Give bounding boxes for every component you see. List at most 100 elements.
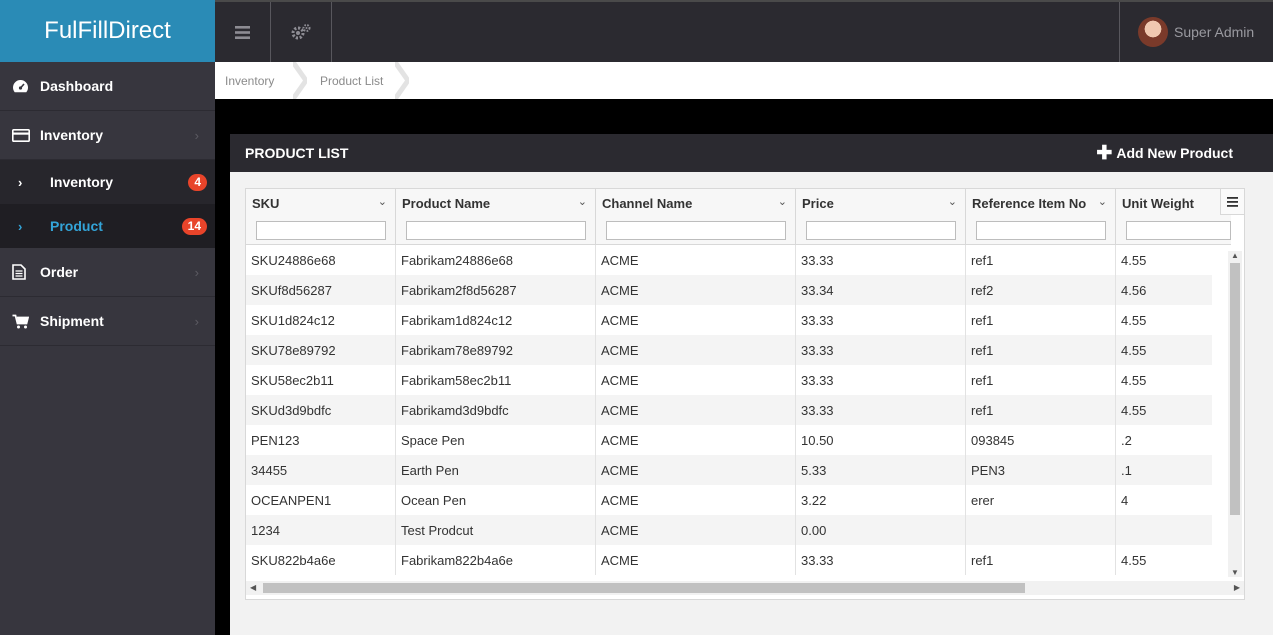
product-list-panel: PRODUCT LIST ✚ Add New Product SKU ⌄ Pro… bbox=[230, 134, 1273, 635]
cell-sku: 1234 bbox=[246, 515, 396, 545]
settings-button[interactable] bbox=[271, 2, 332, 62]
breadcrumb-item-product-list[interactable]: Product List bbox=[320, 62, 383, 99]
horizontal-scroll-thumb[interactable] bbox=[263, 583, 1025, 593]
cell-price: 3.22 bbox=[796, 485, 966, 515]
sidebar-item-label: Inventory bbox=[50, 174, 114, 190]
brand-logo[interactable]: FulFillDirect bbox=[0, 0, 215, 62]
scroll-down-icon[interactable]: ▼ bbox=[1231, 568, 1239, 577]
grid-menu-button[interactable] bbox=[1220, 189, 1244, 215]
scroll-right-icon[interactable]: ▶ bbox=[1234, 583, 1240, 592]
cell-channel-name: ACME bbox=[596, 335, 796, 365]
chevron-down-icon[interactable]: ⌄ bbox=[948, 195, 957, 208]
cell-product-name: Ocean Pen bbox=[396, 485, 596, 515]
sidebar-subitem-inventory[interactable]: › Inventory 4 bbox=[0, 160, 215, 204]
count-badge: 14 bbox=[181, 217, 207, 235]
cell-channel-name: ACME bbox=[596, 455, 796, 485]
column-label: Price bbox=[802, 196, 834, 211]
cell-unit-weight: 4.56 bbox=[1116, 275, 1212, 305]
scroll-up-icon[interactable]: ▲ bbox=[1231, 251, 1239, 260]
column-header-price[interactable]: Price ⌄ bbox=[796, 189, 966, 245]
filter-input-reference-item-no[interactable] bbox=[976, 221, 1106, 240]
table-row[interactable]: SKU822b4a6e Fabrikam822b4a6e ACME 33.33 ref1… bbox=[246, 545, 1212, 575]
chevron-right-icon: › bbox=[194, 127, 199, 143]
shopping-cart-icon bbox=[12, 314, 40, 329]
breadcrumb: Inventory Product List bbox=[215, 62, 1273, 99]
sidebar-subitem-product[interactable]: › Product 14 bbox=[0, 204, 215, 248]
top-bar: Super Admin bbox=[215, 0, 1273, 62]
document-icon bbox=[12, 264, 40, 280]
cell-sku: SKU24886e68 bbox=[246, 245, 396, 275]
sidebar-item-label: Product bbox=[50, 218, 103, 234]
chevron-down-icon[interactable]: ⌄ bbox=[1098, 195, 1107, 208]
cell-price: 33.33 bbox=[796, 305, 966, 335]
table-row[interactable]: SKU78e89792 Fabrikam78e89792 ACME 33.33 ref1… bbox=[246, 335, 1212, 365]
cell-unit-weight: 4.55 bbox=[1116, 545, 1212, 575]
sidebar-item-order[interactable]: Order › bbox=[0, 248, 215, 297]
column-header-sku[interactable]: SKU ⌄ bbox=[246, 189, 396, 245]
product-grid: SKU ⌄ Product Name ⌄ Channel Name ⌄ Pric… bbox=[245, 188, 1245, 600]
vertical-scrollbar[interactable]: ▲ ▼ bbox=[1228, 251, 1242, 577]
cell-unit-weight: 4.55 bbox=[1116, 305, 1212, 335]
scroll-left-icon[interactable]: ◀ bbox=[250, 583, 256, 592]
breadcrumb-separator bbox=[395, 62, 409, 99]
user-menu[interactable]: Super Admin bbox=[1119, 2, 1273, 62]
grid-body: SKU24886e68 Fabrikam24886e68 ACME 33.33 ref1… bbox=[246, 245, 1212, 578]
chevron-right-icon: › bbox=[18, 174, 23, 190]
panel-title: PRODUCT LIST bbox=[245, 145, 349, 161]
sidebar-item-label: Dashboard bbox=[40, 78, 114, 94]
breadcrumb-separator bbox=[293, 62, 307, 99]
cell-product-name: Fabrikamd3d9bdfc bbox=[396, 395, 596, 425]
cell-unit-weight: 4.55 bbox=[1116, 395, 1212, 425]
sidebar-item-inventory[interactable]: Inventory › bbox=[0, 111, 215, 160]
table-row[interactable]: OCEANPEN1 Ocean Pen ACME 3.22 erer 4 bbox=[246, 485, 1212, 515]
grid-header: SKU ⌄ Product Name ⌄ Channel Name ⌄ Pric… bbox=[246, 189, 1231, 245]
chevron-down-icon[interactable]: ⌄ bbox=[578, 195, 587, 208]
filter-input-unit-weight[interactable] bbox=[1126, 221, 1231, 240]
user-name: Super Admin bbox=[1174, 24, 1255, 40]
column-header-unit-weight[interactable]: Unit Weight bbox=[1116, 189, 1231, 245]
menu-toggle-button[interactable] bbox=[215, 2, 271, 62]
list-menu-icon bbox=[1227, 196, 1238, 207]
table-row[interactable]: SKU1d824c12 Fabrikam1d824c12 ACME 33.33 ref1… bbox=[246, 305, 1212, 335]
filter-input-product-name[interactable] bbox=[406, 221, 586, 240]
cell-price: 0.00 bbox=[796, 515, 966, 545]
column-header-product-name[interactable]: Product Name ⌄ bbox=[396, 189, 596, 245]
cell-product-name: Fabrikam1d824c12 bbox=[396, 305, 596, 335]
cell-channel-name: ACME bbox=[596, 365, 796, 395]
cell-sku: SKUf8d56287 bbox=[246, 275, 396, 305]
sidebar: Dashboard Inventory › › Inventory 4 › Pr… bbox=[0, 62, 215, 635]
table-row[interactable]: 34455 Earth Pen ACME 5.33 PEN3.1 bbox=[246, 455, 1212, 485]
cell-channel-name: ACME bbox=[596, 485, 796, 515]
cell-channel-name: ACME bbox=[596, 425, 796, 455]
table-row[interactable]: SKUf8d56287 Fabrikam2f8d56287 ACME 33.34 ref… bbox=[246, 275, 1212, 305]
chevron-down-icon[interactable]: ⌄ bbox=[378, 195, 387, 208]
sidebar-item-label: Shipment bbox=[40, 313, 104, 329]
column-header-channel-name[interactable]: Channel Name ⌄ bbox=[596, 189, 796, 245]
table-row[interactable]: SKU58ec2b11 Fabrikam58ec2b11 ACME 33.33 ref1… bbox=[246, 365, 1212, 395]
table-row[interactable]: 1234 Test Prodcut ACME 0.00 bbox=[246, 515, 1212, 545]
chevron-right-icon: › bbox=[194, 313, 199, 329]
table-row[interactable]: PEN123 Space Pen ACME 10.50 093845.2 bbox=[246, 425, 1212, 455]
breadcrumb-item-inventory[interactable]: Inventory bbox=[225, 62, 274, 99]
filter-input-price[interactable] bbox=[806, 221, 956, 240]
filter-input-sku[interactable] bbox=[256, 221, 386, 240]
filter-input-channel-name[interactable] bbox=[606, 221, 786, 240]
chevron-down-icon[interactable]: ⌄ bbox=[778, 195, 787, 208]
column-label: SKU bbox=[252, 196, 280, 211]
cell-product-name: Test Prodcut bbox=[396, 515, 596, 545]
cell-sku: SKU1d824c12 bbox=[246, 305, 396, 335]
table-row[interactable]: SKU24886e68 Fabrikam24886e68 ACME 33.33 ref1… bbox=[246, 245, 1212, 275]
cell-sku: PEN123 bbox=[246, 425, 396, 455]
column-header-reference-item-no[interactable]: Reference Item No ⌄ bbox=[966, 189, 1116, 245]
sidebar-item-shipment[interactable]: Shipment › bbox=[0, 297, 215, 346]
cell-price: 5.33 bbox=[796, 455, 966, 485]
vertical-scroll-thumb[interactable] bbox=[1230, 263, 1240, 515]
sidebar-item-dashboard[interactable]: Dashboard bbox=[0, 62, 215, 111]
add-new-product-button[interactable]: ✚ Add New Product bbox=[1096, 134, 1233, 172]
cell-product-name: Fabrikam2f8d56287 bbox=[396, 275, 596, 305]
cell-reference-item-no bbox=[966, 515, 1116, 545]
horizontal-scrollbar[interactable]: ◀ ▶ bbox=[246, 581, 1244, 595]
cell-reference-item-no: ref1 bbox=[966, 365, 1116, 395]
cell-unit-weight: .1 bbox=[1116, 455, 1212, 485]
table-row[interactable]: SKUd3d9bdfc Fabrikamd3d9bdfc ACME 33.33 ref1… bbox=[246, 395, 1212, 425]
